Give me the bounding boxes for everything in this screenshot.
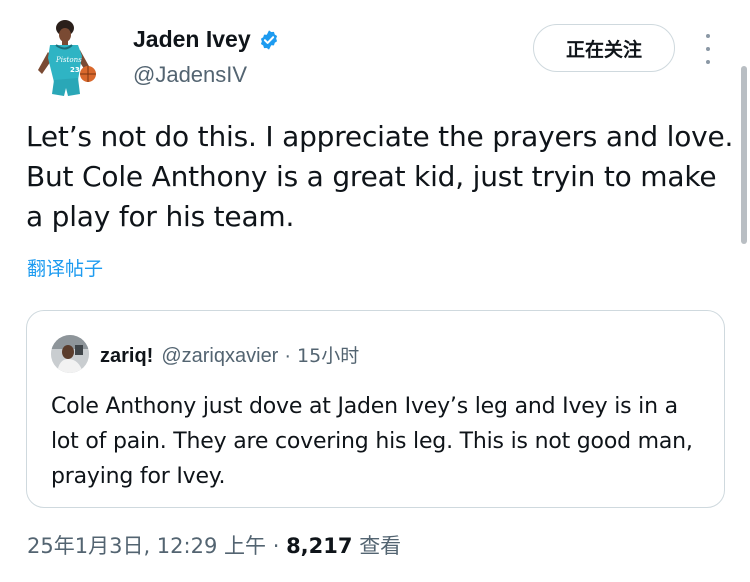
svg-text:23: 23: [70, 66, 80, 74]
translate-post-link[interactable]: 翻译帖子: [27, 254, 103, 281]
separator-dot: ·: [272, 534, 280, 558]
views-count: 8,217: [286, 534, 353, 558]
dot: [706, 60, 710, 64]
separator-dot: ·: [284, 345, 292, 367]
tweet-timestamp[interactable]: 25年1月3日, 12:29 上午: [27, 534, 266, 558]
scrollbar-thumb[interactable]: [741, 66, 747, 244]
quoted-text: Cole Anthony just dove at Jaden Ivey’s l…: [51, 394, 693, 489]
tweet-text: Let’s not do this. I appreciate the pray…: [26, 120, 734, 233]
quoted-author-name[interactable]: zariq!: [100, 345, 153, 368]
quoted-timestamp[interactable]: 15小时: [297, 341, 359, 368]
quoted-author-avatar[interactable]: [51, 335, 89, 373]
author-handle[interactable]: @JadensIV: [133, 62, 247, 88]
quoted-author-handle[interactable]: @zariqxavier: [161, 345, 278, 368]
quoted-tweet[interactable]: zariq! @zariqxavier · 15小时 Cole Anthony …: [26, 310, 725, 508]
author-avatar[interactable]: Pistons 23: [20, 18, 106, 104]
author-name-row[interactable]: Jaden Ivey: [133, 26, 280, 53]
tweet-meta: 25年1月3日, 12:29 上午 · 8,217 查看: [27, 530, 401, 560]
more-vertical-icon[interactable]: [700, 34, 716, 64]
quoted-avatar-photo-icon: [51, 335, 89, 373]
quoted-header: zariq! @zariqxavier · 15小时: [100, 341, 359, 368]
dot: [706, 34, 710, 38]
views-label: 查看: [359, 534, 402, 558]
dot: [706, 47, 710, 51]
tweet-detail: Pistons 23 Jaden Ivey @JadensIV 正在关注 Let…: [0, 0, 750, 582]
verified-badge-icon: [260, 29, 277, 50]
following-button[interactable]: 正在关注: [533, 24, 675, 72]
author-name[interactable]: Jaden Ivey: [133, 26, 251, 53]
player-photo-icon: Pistons 23: [20, 18, 106, 104]
svg-text:Pistons: Pistons: [55, 56, 82, 64]
